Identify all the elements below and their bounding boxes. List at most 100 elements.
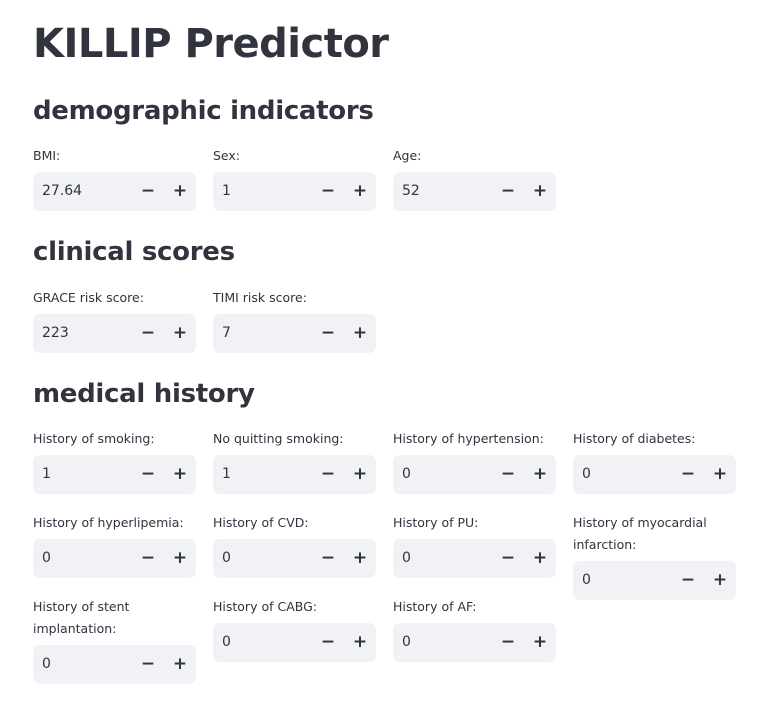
medical-history-heading: medical history bbox=[33, 379, 255, 409]
increment-button[interactable]: + bbox=[164, 314, 196, 353]
field-label: History of hypertension: bbox=[393, 431, 544, 446]
decrement-button[interactable]: − bbox=[312, 455, 344, 494]
demographic-heading: demographic indicators bbox=[33, 96, 374, 126]
decrement-button[interactable]: − bbox=[492, 539, 524, 578]
number-value[interactable]: 0 bbox=[402, 623, 411, 662]
history-cabg-field: History of CABG: 0 − + bbox=[213, 596, 376, 662]
increment-button[interactable]: + bbox=[164, 539, 196, 578]
increment-button[interactable]: + bbox=[344, 623, 376, 662]
history-myocardial-infarction-input[interactable]: 0 − + bbox=[573, 561, 736, 600]
age-field: Age: 52 − + bbox=[393, 145, 556, 211]
increment-button[interactable]: + bbox=[524, 172, 556, 211]
increment-button[interactable]: + bbox=[164, 645, 196, 684]
history-hypertension-input[interactable]: 0 − + bbox=[393, 455, 556, 494]
number-value[interactable]: 1 bbox=[222, 172, 231, 211]
history-cabg-input[interactable]: 0 − + bbox=[213, 623, 376, 662]
history-cvd-input[interactable]: 0 − + bbox=[213, 539, 376, 578]
history-diabetes-field: History of diabetes: 0 − + bbox=[573, 428, 736, 494]
increment-button[interactable]: + bbox=[704, 455, 736, 494]
timi-risk-score-field: TIMI risk score: 7 − + bbox=[213, 287, 376, 353]
decrement-button[interactable]: − bbox=[132, 455, 164, 494]
field-label: History of CVD: bbox=[213, 515, 309, 530]
history-smoking-field: History of smoking: 1 − + bbox=[33, 428, 196, 494]
history-stent-implantation-input[interactable]: 0 − + bbox=[33, 645, 196, 684]
decrement-button[interactable]: − bbox=[312, 172, 344, 211]
history-hyperlipemia-field: History of hyperlipemia: 0 − + bbox=[33, 512, 196, 578]
page-title: KILLIP Predictor bbox=[33, 21, 389, 67]
increment-button[interactable]: + bbox=[524, 455, 556, 494]
number-value[interactable]: 7 bbox=[222, 314, 231, 353]
number-value[interactable]: 223 bbox=[42, 314, 69, 353]
field-label: History of smoking: bbox=[33, 431, 155, 446]
increment-button[interactable]: + bbox=[164, 455, 196, 494]
increment-button[interactable]: + bbox=[524, 623, 556, 662]
field-label: History of stent implantation: bbox=[33, 599, 130, 636]
decrement-button[interactable]: − bbox=[672, 455, 704, 494]
field-label: No quitting smoking: bbox=[213, 431, 344, 446]
field-label: Age: bbox=[393, 148, 422, 163]
grace-risk-score-input[interactable]: 223 − + bbox=[33, 314, 196, 353]
number-value[interactable]: 0 bbox=[42, 539, 51, 578]
bmi-field: BMI: 27.64 − + bbox=[33, 145, 196, 211]
number-value[interactable]: 27.64 bbox=[42, 172, 82, 211]
number-value[interactable]: 0 bbox=[402, 539, 411, 578]
grace-risk-score-field: GRACE risk score: 223 − + bbox=[33, 287, 196, 353]
history-af-input[interactable]: 0 − + bbox=[393, 623, 556, 662]
decrement-button[interactable]: − bbox=[312, 623, 344, 662]
number-value[interactable]: 0 bbox=[582, 455, 591, 494]
number-value[interactable]: 1 bbox=[42, 455, 51, 494]
decrement-button[interactable]: − bbox=[132, 172, 164, 211]
number-value[interactable]: 52 bbox=[402, 172, 420, 211]
field-label: TIMI risk score: bbox=[213, 290, 307, 305]
field-label: GRACE risk score: bbox=[33, 290, 144, 305]
increment-button[interactable]: + bbox=[524, 539, 556, 578]
number-value[interactable]: 0 bbox=[402, 455, 411, 494]
number-value[interactable]: 0 bbox=[222, 623, 231, 662]
bmi-number-input[interactable]: 27.64 − + bbox=[33, 172, 196, 211]
field-label: History of myocardial infarction: bbox=[573, 515, 707, 552]
field-label: History of diabetes: bbox=[573, 431, 696, 446]
increment-button[interactable]: + bbox=[164, 172, 196, 211]
sex-number-input[interactable]: 1 − + bbox=[213, 172, 376, 211]
field-label: History of AF: bbox=[393, 599, 477, 614]
decrement-button[interactable]: − bbox=[492, 623, 524, 662]
clinical-heading: clinical scores bbox=[33, 237, 235, 267]
decrement-button[interactable]: − bbox=[672, 561, 704, 600]
history-diabetes-input[interactable]: 0 − + bbox=[573, 455, 736, 494]
timi-risk-score-input[interactable]: 7 − + bbox=[213, 314, 376, 353]
increment-button[interactable]: + bbox=[704, 561, 736, 600]
history-pu-input[interactable]: 0 − + bbox=[393, 539, 556, 578]
decrement-button[interactable]: − bbox=[492, 172, 524, 211]
no-quitting-smoking-input[interactable]: 1 − + bbox=[213, 455, 376, 494]
history-af-field: History of AF: 0 − + bbox=[393, 596, 556, 662]
decrement-button[interactable]: − bbox=[132, 645, 164, 684]
decrement-button[interactable]: − bbox=[312, 314, 344, 353]
decrement-button[interactable]: − bbox=[492, 455, 524, 494]
field-label: History of PU: bbox=[393, 515, 479, 530]
history-stent-implantation-field: History of stent implantation: 0 − + bbox=[33, 596, 196, 684]
history-myocardial-infarction-field: History of myocardial infarction: 0 − + bbox=[573, 512, 736, 600]
sex-field: Sex: 1 − + bbox=[213, 145, 376, 211]
history-pu-field: History of PU: 0 − + bbox=[393, 512, 556, 578]
increment-button[interactable]: + bbox=[344, 539, 376, 578]
field-label: BMI: bbox=[33, 148, 61, 163]
history-smoking-input[interactable]: 1 − + bbox=[33, 455, 196, 494]
decrement-button[interactable]: − bbox=[132, 314, 164, 353]
decrement-button[interactable]: − bbox=[312, 539, 344, 578]
field-label: Sex: bbox=[213, 148, 241, 163]
field-label: History of CABG: bbox=[213, 599, 317, 614]
age-number-input[interactable]: 52 − + bbox=[393, 172, 556, 211]
number-value[interactable]: 0 bbox=[222, 539, 231, 578]
history-hypertension-field: History of hypertension: 0 − + bbox=[393, 428, 556, 494]
history-hyperlipemia-input[interactable]: 0 − + bbox=[33, 539, 196, 578]
increment-button[interactable]: + bbox=[344, 172, 376, 211]
number-value[interactable]: 0 bbox=[42, 645, 51, 684]
number-value[interactable]: 1 bbox=[222, 455, 231, 494]
no-quitting-smoking-field: No quitting smoking: 1 − + bbox=[213, 428, 376, 494]
number-value[interactable]: 0 bbox=[582, 561, 591, 600]
decrement-button[interactable]: − bbox=[132, 539, 164, 578]
history-cvd-field: History of CVD: 0 − + bbox=[213, 512, 376, 578]
increment-button[interactable]: + bbox=[344, 314, 376, 353]
field-label: History of hyperlipemia: bbox=[33, 515, 184, 530]
increment-button[interactable]: + bbox=[344, 455, 376, 494]
